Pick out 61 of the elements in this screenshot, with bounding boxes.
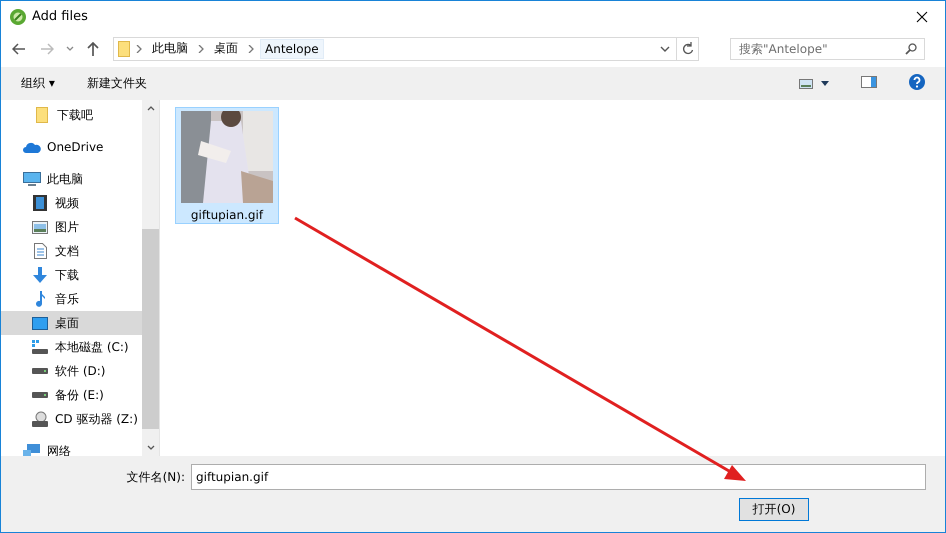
file-name-label: 文件名(N): — [126, 468, 186, 486]
new-folder-button[interactable]: 新建文件夹 — [84, 73, 149, 94]
cloud-icon — [23, 142, 41, 152]
image-icon — [32, 220, 48, 234]
organize-menu[interactable]: 组织 ▾ — [19, 73, 57, 94]
up-arrow-icon — [87, 42, 99, 56]
sidebar-item[interactable]: 网络 — [1, 439, 142, 456]
chevron-icon — [248, 44, 254, 52]
monitor-icon — [23, 172, 41, 186]
music-note-icon — [35, 291, 45, 307]
close-icon — [916, 10, 928, 22]
address-bar[interactable]: 此电脑 桌面 Antelope — [113, 36, 699, 60]
chevron-down-icon — [66, 46, 74, 51]
scrollbar-thumb[interactable] — [142, 229, 159, 429]
window-title: Add files — [32, 9, 89, 24]
desktop-icon — [32, 316, 48, 330]
drive-icon — [32, 392, 48, 398]
open-button[interactable]: 打开(O) — [739, 498, 809, 520]
breadcrumb[interactable]: 桌面 — [210, 38, 242, 59]
drive-icon — [32, 368, 48, 374]
cd-drive-icon — [32, 411, 48, 427]
breadcrumb[interactable]: 此电脑 — [148, 38, 192, 59]
chevron-down-icon — [660, 46, 670, 52]
sidebar-item[interactable]: 备份 (E:) — [1, 383, 142, 407]
chevron-up-icon — [146, 106, 154, 111]
sidebar-item[interactable]: 下载 — [1, 263, 142, 287]
sidebar-item[interactable]: 本地磁盘 (C:) — [1, 335, 142, 359]
file-item[interactable]: giftupian.gif — [175, 107, 279, 224]
folder-icon — [36, 107, 48, 123]
sidebar-item[interactable]: 文档 — [1, 239, 142, 263]
film-icon — [33, 195, 47, 211]
sidebar-item[interactable]: OneDrive — [1, 135, 142, 159]
caret-icon — [821, 81, 829, 86]
down-arrow-icon — [32, 267, 48, 283]
sidebar-item[interactable]: CD 驱动器 (Z:) — [1, 407, 142, 431]
app-icon — [10, 8, 26, 24]
chevron-down-icon — [146, 445, 154, 450]
chevron-icon — [198, 44, 204, 52]
breadcrumb[interactable]: Antelope — [260, 38, 324, 58]
sidebar-item[interactable]: 软件 (D:) — [1, 359, 142, 383]
sidebar-item[interactable]: 下载吧 — [1, 103, 142, 127]
image-icon — [799, 78, 813, 88]
document-icon — [34, 243, 46, 259]
drive-icon — [32, 340, 48, 354]
sidebar-item[interactable]: 音乐 — [1, 287, 142, 311]
search-icon — [905, 42, 917, 54]
sidebar-item[interactable]: 图片 — [1, 215, 142, 239]
refresh-icon — [682, 42, 694, 55]
sidebar-item[interactable]: 此电脑 — [1, 167, 142, 191]
sidebar-item[interactable]: 桌面 — [1, 311, 142, 335]
left-arrow-icon — [12, 42, 26, 54]
sidebar-item[interactable]: 视频 — [1, 191, 142, 215]
search-field[interactable]: 搜索"Antelope" — [730, 38, 925, 60]
chevron-icon — [136, 44, 142, 52]
pane-icon — [861, 76, 877, 88]
file-name-field[interactable]: giftupian.gif — [191, 464, 926, 490]
help-icon — [909, 74, 925, 90]
network-icon — [23, 444, 41, 456]
right-arrow-icon — [40, 42, 54, 54]
view-menu[interactable] — [797, 76, 831, 90]
folder-icon — [118, 40, 130, 56]
